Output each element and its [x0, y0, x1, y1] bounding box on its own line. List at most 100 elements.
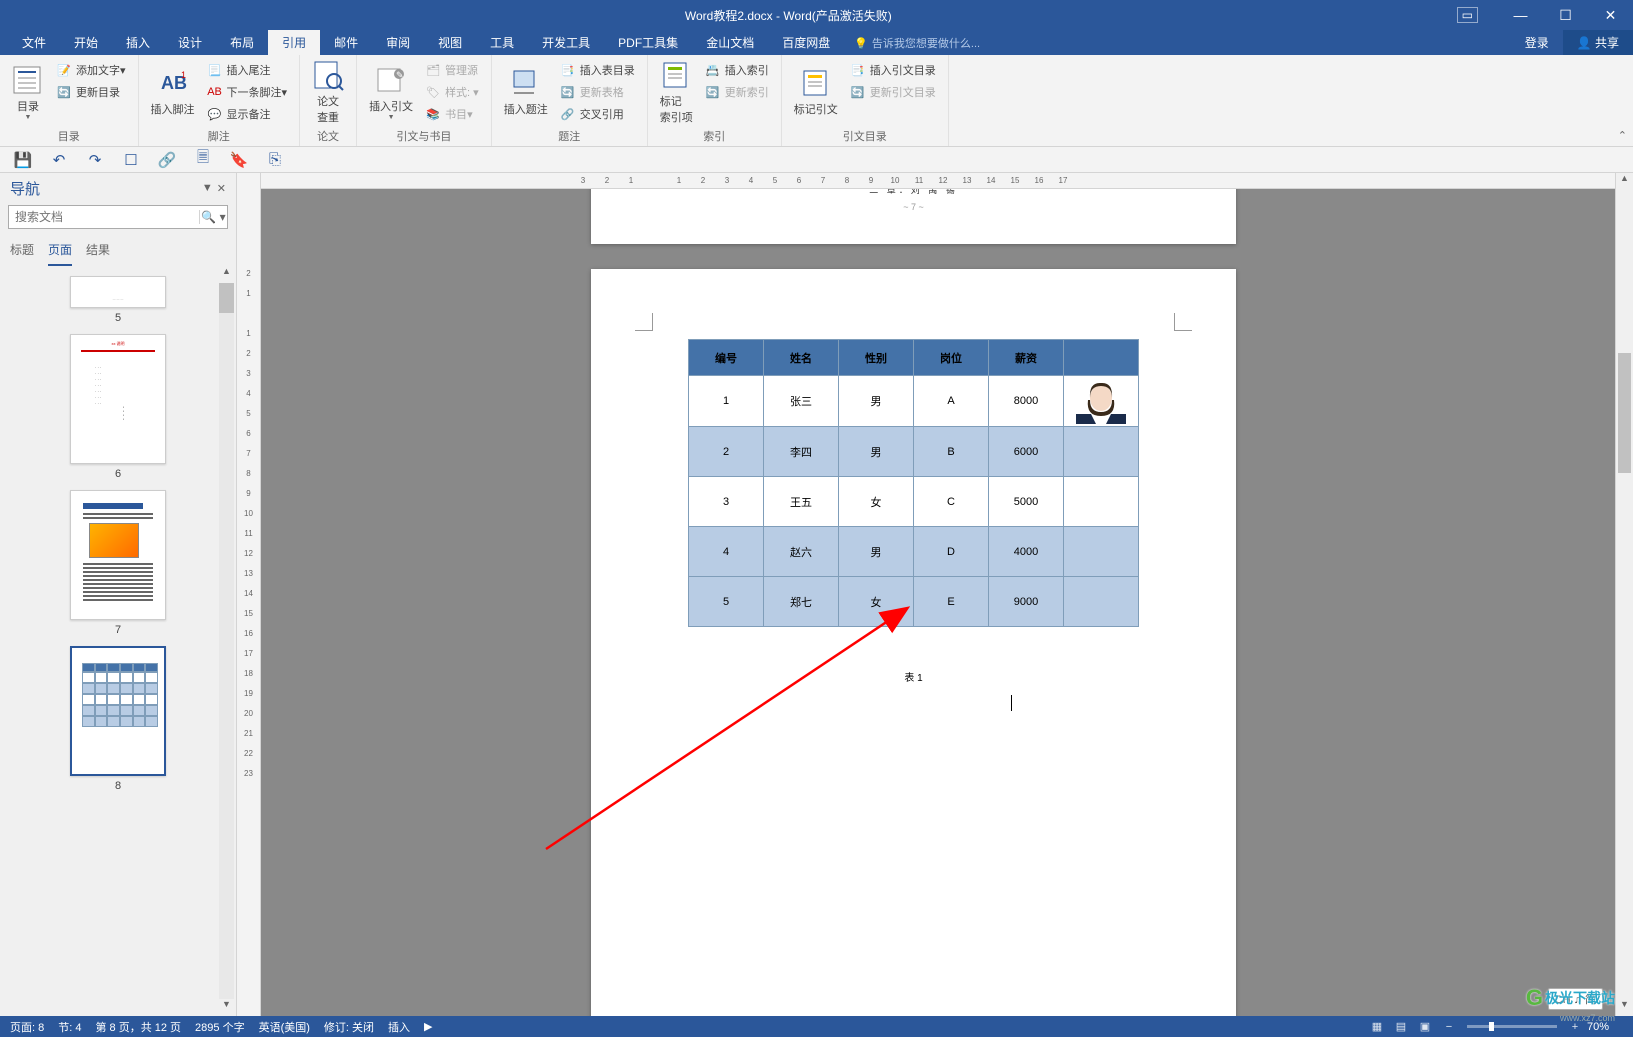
view-print-icon[interactable]: ▤	[1389, 1020, 1413, 1033]
insert-fig-table-button[interactable]: 📑插入表目录	[558, 59, 637, 81]
insert-caption-button[interactable]: 插入题注	[498, 57, 554, 127]
update-authorities-button[interactable]: 🔄更新引文目录	[848, 81, 938, 103]
mark-index-button[interactable]: 标记 索引项	[654, 57, 699, 127]
status-track[interactable]: 修订: 关闭	[324, 1019, 374, 1035]
add-text-button[interactable]: 📝添加文字 ▾	[54, 59, 128, 81]
bibliography-button[interactable]: 📚书目 ▾	[423, 103, 481, 125]
horizontal-ruler[interactable]: 321 12345 678910 1112131415 1617	[261, 173, 1633, 189]
toc-button[interactable]: 目录 ▼	[6, 57, 50, 127]
cross-ref-icon: 🔗	[560, 106, 576, 122]
style-dropdown[interactable]: 🏷样式: ▾	[423, 81, 481, 103]
document-scrollbar[interactable]: ▲▼	[1615, 173, 1633, 1016]
login-button[interactable]: 登录	[1511, 30, 1563, 55]
tab-dev[interactable]: 开发工具	[528, 30, 604, 55]
update-table-button[interactable]: 🔄更新表格	[558, 81, 637, 103]
manage-sources-button[interactable]: 🗂管理源	[423, 59, 481, 81]
nav-dropdown-icon[interactable]: ▼	[202, 182, 213, 195]
insert-citation-button[interactable]: ✎ 插入引文 ▼	[363, 57, 419, 127]
nav-search-box[interactable]: 🔍 ▾	[8, 205, 228, 229]
status-pages[interactable]: 第 8 页，共 12 页	[95, 1019, 181, 1035]
macro-icon[interactable]: ▶	[424, 1020, 432, 1033]
thumb-page-7[interactable]: 7	[4, 490, 232, 636]
group-citations: ✎ 插入引文 ▼ 🗂管理源 🏷样式: ▾ 📚书目 ▾ 引文与书目	[357, 55, 492, 146]
thumb-page-5[interactable]: — — — 5	[4, 276, 232, 324]
status-section[interactable]: 节: 4	[58, 1019, 81, 1035]
maximize-button[interactable]: ☐	[1543, 0, 1588, 30]
insert-authorities-button[interactable]: 📑插入引文目录	[848, 59, 938, 81]
nav-tab-results[interactable]: 结果	[86, 241, 110, 266]
table-header-row: 编号 姓名 性别 岗位 薪资	[689, 340, 1139, 376]
qat-custom1-button[interactable]: 🔗	[156, 149, 178, 171]
tab-view[interactable]: 视图	[424, 30, 476, 55]
minimize-button[interactable]: —	[1498, 0, 1543, 30]
nav-tab-pages[interactable]: 页面	[48, 241, 72, 266]
nav-scrollbar[interactable]: ▲ ▼	[218, 266, 235, 1016]
page-8[interactable]: 编号 姓名 性别 岗位 薪资 1 张三 男 A 8000	[591, 269, 1236, 1016]
table-caption[interactable]: 表 1	[591, 669, 1236, 684]
insert-footnote-button[interactable]: AB1 插入脚注	[145, 57, 201, 127]
tab-file[interactable]: 文件	[8, 30, 60, 55]
show-notes-button[interactable]: 💬显示备注	[205, 103, 290, 125]
status-insert[interactable]: 插入	[388, 1019, 410, 1035]
tab-design[interactable]: 设计	[164, 30, 216, 55]
page-7-slice: 二 章：刘 禹 锡 ~ 7 ~	[591, 189, 1236, 244]
mark-citation-button[interactable]: 标记引文	[788, 57, 844, 127]
cross-ref-button[interactable]: 🔗交叉引用	[558, 103, 637, 125]
nav-close-icon[interactable]: ✕	[217, 182, 226, 195]
zoom-slider[interactable]	[1467, 1025, 1557, 1028]
research-icon	[312, 59, 344, 91]
table-row: 5 郑七 女 E 9000	[689, 577, 1139, 627]
status-lang[interactable]: 英语(美国)	[259, 1019, 310, 1035]
update-index-icon: 🔄	[705, 84, 721, 100]
insert-index-button[interactable]: 📇插入索引	[703, 59, 771, 81]
tab-home[interactable]: 开始	[60, 30, 112, 55]
share-button[interactable]: 👤 共享	[1563, 30, 1633, 55]
view-read-icon[interactable]: ▦	[1365, 1020, 1389, 1033]
document-table[interactable]: 编号 姓名 性别 岗位 薪资 1 张三 男 A 8000	[688, 339, 1139, 627]
tab-insert[interactable]: 插入	[112, 30, 164, 55]
vertical-ruler[interactable]: 2112 34567 89101112 1314151617 181920212…	[237, 173, 261, 1016]
qat-custom3-button[interactable]: 🔖	[228, 149, 250, 171]
search-icon[interactable]: 🔍 ▾	[199, 210, 227, 224]
thumb-page-8[interactable]: 8	[4, 646, 232, 792]
tab-mail[interactable]: 邮件	[320, 30, 372, 55]
tab-kingsoft[interactable]: 金山文档	[692, 30, 768, 55]
status-page[interactable]: 页面: 8	[10, 1019, 44, 1035]
save-button[interactable]: 💾	[12, 149, 34, 171]
ribbon-display-options-icon[interactable]: ▭	[1457, 7, 1478, 23]
redo-button[interactable]: ↷	[84, 149, 106, 171]
status-words[interactable]: 2895 个字	[195, 1019, 245, 1035]
tab-tools[interactable]: 工具	[476, 30, 528, 55]
new-button[interactable]: ☐	[120, 149, 142, 171]
document-area: L 2112 34567 89101112 1314151617 1819202…	[237, 173, 1633, 1016]
update-toc-button[interactable]: 🔄更新目录	[54, 81, 128, 103]
next-footnote-button[interactable]: AB下一条脚注 ▾	[205, 81, 290, 103]
collapse-ribbon-icon[interactable]: ⌃	[1618, 129, 1627, 142]
footnote-icon: AB1	[157, 67, 189, 99]
tab-layout[interactable]: 布局	[216, 30, 268, 55]
close-button[interactable]: ✕	[1588, 0, 1633, 30]
zoom-out-button[interactable]: −	[1437, 1021, 1461, 1033]
insert-endnote-button[interactable]: 📃插入尾注	[205, 59, 290, 81]
search-input[interactable]	[9, 210, 199, 224]
style-icon: 🏷	[425, 84, 441, 100]
citation-icon: ✎	[375, 64, 407, 96]
tell-me-input[interactable]: 告诉我您想要做什么...	[844, 31, 990, 55]
qat-custom2-button[interactable]: 🗏	[192, 149, 214, 171]
thumb-page-6[interactable]: xx 说明 · · ·· · ·· · ·· · ·· · ·· · ·· · …	[4, 334, 232, 480]
update-index-button[interactable]: 🔄更新索引	[703, 81, 771, 103]
ribbon-tabs: 文件 开始 插入 设计 布局 引用 邮件 审阅 视图 工具 开发工具 PDF工具…	[0, 30, 1633, 55]
tab-baidu[interactable]: 百度网盘	[768, 30, 844, 55]
document-canvas[interactable]: 二 章：刘 禹 锡 ~ 7 ~ 编号 姓名 性别 岗位 薪资	[261, 189, 1633, 1016]
nav-tab-headings[interactable]: 标题	[10, 241, 34, 266]
insert-auth-icon: 📑	[850, 62, 866, 78]
qat-custom4-button[interactable]: ⎘	[264, 149, 286, 171]
text-cursor	[1011, 695, 1012, 711]
photo-cell[interactable]	[1064, 376, 1139, 427]
tab-references[interactable]: 引用	[268, 30, 320, 55]
tab-review[interactable]: 审阅	[372, 30, 424, 55]
research-button[interactable]: 论文 查重	[306, 57, 350, 127]
tab-pdf[interactable]: PDF工具集	[604, 30, 692, 55]
view-web-icon[interactable]: ▣	[1413, 1020, 1437, 1033]
undo-button[interactable]: ↶	[48, 149, 70, 171]
